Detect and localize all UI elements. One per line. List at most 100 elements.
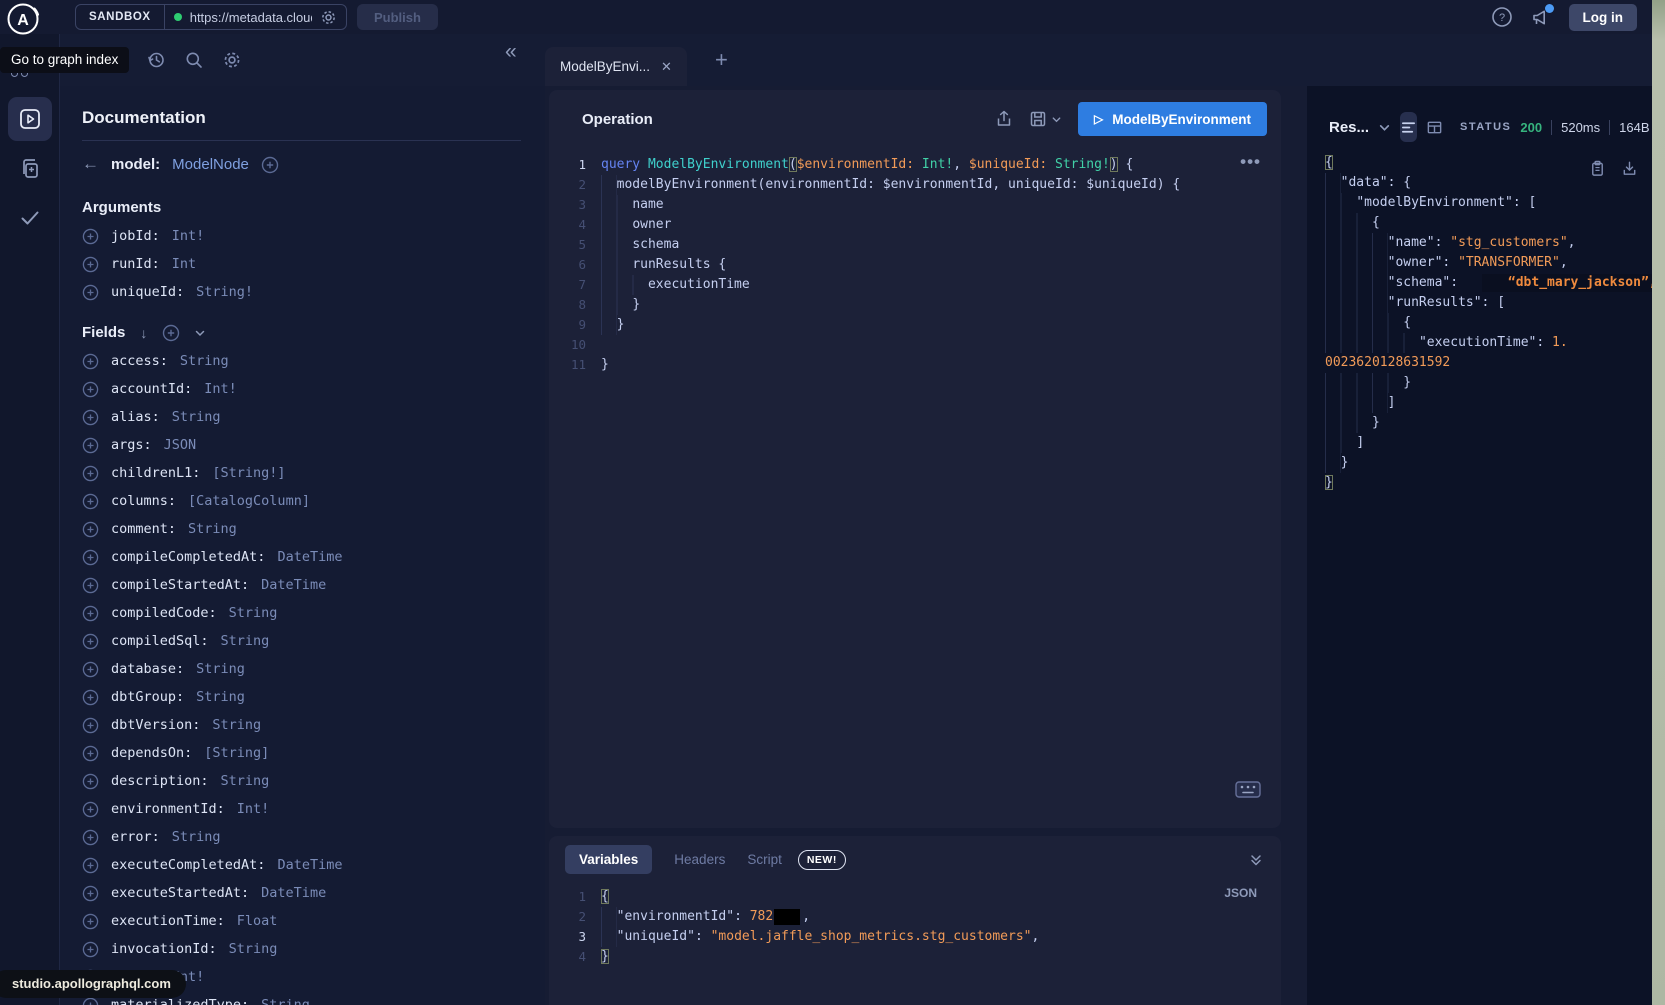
field-row[interactable]: access: String — [82, 347, 521, 375]
tab-variables[interactable]: Variables — [565, 845, 652, 874]
editor-menu-icon[interactable]: ••• — [1240, 152, 1261, 172]
add-field-icon[interactable] — [82, 437, 99, 454]
code-line[interactable]: 10 — [549, 335, 1281, 355]
add-field-icon[interactable] — [82, 381, 99, 398]
add-type-icon[interactable] — [261, 156, 278, 173]
keyboard-shortcuts-icon[interactable] — [1235, 781, 1261, 798]
download-response-icon[interactable] — [1621, 160, 1638, 177]
code-line[interactable]: 7executionTime — [549, 275, 1281, 295]
code-line[interactable]: { — [1325, 313, 1648, 333]
add-field-icon[interactable] — [82, 521, 99, 538]
field-row[interactable]: compiledSql: String — [82, 627, 521, 655]
code-line[interactable]: 2"environmentId": 782, — [549, 907, 1281, 927]
add-field-icon[interactable] — [82, 228, 99, 245]
new-tab-button[interactable]: + — [715, 47, 728, 73]
field-row[interactable]: runId: Int — [82, 250, 521, 278]
code-line[interactable]: } — [1325, 473, 1648, 493]
run-operation-button[interactable]: ▷ ModelByEnvironment — [1078, 102, 1267, 136]
field-row[interactable]: compiledCode: String — [82, 599, 521, 627]
back-arrow-icon[interactable]: ← — [82, 154, 99, 174]
field-row[interactable]: executeStartedAt: DateTime — [82, 879, 521, 907]
code-line[interactable]: 11} — [549, 355, 1281, 375]
code-line[interactable]: 3"uniqueId": "model.jaffle_shop_metrics.… — [549, 927, 1281, 947]
save-icon[interactable] — [1029, 110, 1047, 128]
add-field-icon[interactable] — [82, 493, 99, 510]
field-row[interactable]: accountId: Int! — [82, 375, 521, 403]
settings-gear-icon[interactable] — [222, 50, 242, 70]
code-line[interactable]: "owner": "TRANSFORMER", — [1325, 253, 1648, 273]
code-line[interactable]: 3name — [549, 195, 1281, 215]
field-row[interactable]: compileStartedAt: DateTime — [82, 571, 521, 599]
add-field-icon[interactable] — [82, 941, 99, 958]
code-line[interactable]: 9} — [549, 315, 1281, 335]
field-row[interactable]: dependsOn: [String] — [82, 739, 521, 767]
nav-checks-icon[interactable] — [18, 206, 42, 230]
add-field-icon[interactable] — [82, 745, 99, 762]
code-line[interactable]: 6runResults { — [549, 255, 1281, 275]
add-field-icon[interactable] — [82, 256, 99, 273]
field-row[interactable]: description: String — [82, 767, 521, 795]
raw-view-toggle-icon[interactable] — [1400, 112, 1417, 142]
field-row[interactable]: args: JSON — [82, 431, 521, 459]
fields-options-chevron-icon[interactable] — [194, 327, 206, 339]
graphql-editor[interactable]: 1query ModelByEnvironment($environmentId… — [549, 155, 1281, 375]
code-line[interactable]: ] — [1325, 393, 1648, 413]
field-row[interactable]: dbtGroup: String — [82, 683, 521, 711]
login-button[interactable]: Log in — [1569, 4, 1638, 31]
variables-editor[interactable]: 1{2"environmentId": 782,3"uniqueId": "mo… — [549, 887, 1281, 967]
nav-explorer-button[interactable] — [8, 97, 52, 141]
add-all-fields-icon[interactable] — [162, 324, 179, 341]
code-line[interactable]: 1{ — [549, 887, 1281, 907]
code-line[interactable]: } — [1325, 373, 1648, 393]
add-field-icon[interactable] — [82, 409, 99, 426]
add-field-icon[interactable] — [82, 605, 99, 622]
table-view-toggle-icon[interactable] — [1426, 112, 1443, 142]
code-line[interactable]: 2modelByEnvironment(environmentId: $envi… — [549, 175, 1281, 195]
history-icon[interactable] — [146, 50, 166, 70]
field-row[interactable]: environmentId: Int! — [82, 795, 521, 823]
code-line[interactable]: "schema": “dbt_mary_jackson”, — [1325, 273, 1648, 293]
help-icon[interactable]: ? — [1491, 6, 1513, 28]
announcements-megaphone-icon[interactable] — [1530, 6, 1552, 28]
add-field-icon[interactable] — [82, 661, 99, 678]
tab-close-icon[interactable]: ✕ — [661, 59, 672, 75]
response-dropdown-chevron-icon[interactable] — [1378, 121, 1391, 134]
field-row[interactable]: executeCompletedAt: DateTime — [82, 851, 521, 879]
apollo-logo[interactable]: A — [5, 1, 41, 37]
add-field-icon[interactable] — [82, 801, 99, 818]
save-dropdown-chevron-icon[interactable] — [1051, 114, 1062, 125]
response-json-view[interactable]: {"data": {"modelByEnvironment": [{"name"… — [1325, 153, 1648, 493]
endpoint-url-box[interactable]: https://metadata.cloud.get — [165, 5, 346, 29]
code-line[interactable]: } — [1325, 413, 1648, 433]
type-name-link[interactable]: ModelNode — [172, 156, 249, 173]
field-row[interactable]: alias: String — [82, 403, 521, 431]
field-row[interactable]: error: String — [82, 823, 521, 851]
field-row[interactable]: compileCompletedAt: DateTime — [82, 543, 521, 571]
collapse-panel-icon[interactable] — [1249, 853, 1263, 867]
publish-button[interactable]: Publish — [357, 4, 438, 30]
sort-fields-icon[interactable]: ↓ — [140, 325, 147, 341]
operation-tab[interactable]: ModelByEnvi... ✕ — [545, 47, 687, 86]
add-field-icon[interactable] — [82, 465, 99, 482]
field-row[interactable]: dbtVersion: String — [82, 711, 521, 739]
code-line[interactable]: "modelByEnvironment": [ — [1325, 193, 1648, 213]
code-line[interactable]: "name": "stg_customers", — [1325, 233, 1648, 253]
tab-script[interactable]: Script — [747, 852, 782, 867]
field-row[interactable]: uniqueId: String! — [82, 278, 521, 306]
add-field-icon[interactable] — [82, 689, 99, 706]
tab-headers[interactable]: Headers — [674, 852, 725, 867]
endpoint-url-input[interactable]: https://metadata.cloud.get — [190, 10, 312, 25]
field-row[interactable]: jobId: Int! — [82, 222, 521, 250]
code-line[interactable]: 4} — [549, 947, 1281, 967]
nav-schema-icon[interactable] — [18, 157, 42, 181]
code-line[interactable]: 5schema — [549, 235, 1281, 255]
add-field-icon[interactable] — [82, 829, 99, 846]
code-line[interactable]: "executionTime": 1. — [1325, 333, 1648, 353]
add-field-icon[interactable] — [82, 913, 99, 930]
add-field-icon[interactable] — [82, 773, 99, 790]
code-line[interactable]: 8} — [549, 295, 1281, 315]
share-icon[interactable] — [995, 110, 1013, 128]
add-field-icon[interactable] — [82, 885, 99, 902]
code-line[interactable]: 4owner — [549, 215, 1281, 235]
field-row[interactable]: database: String — [82, 655, 521, 683]
